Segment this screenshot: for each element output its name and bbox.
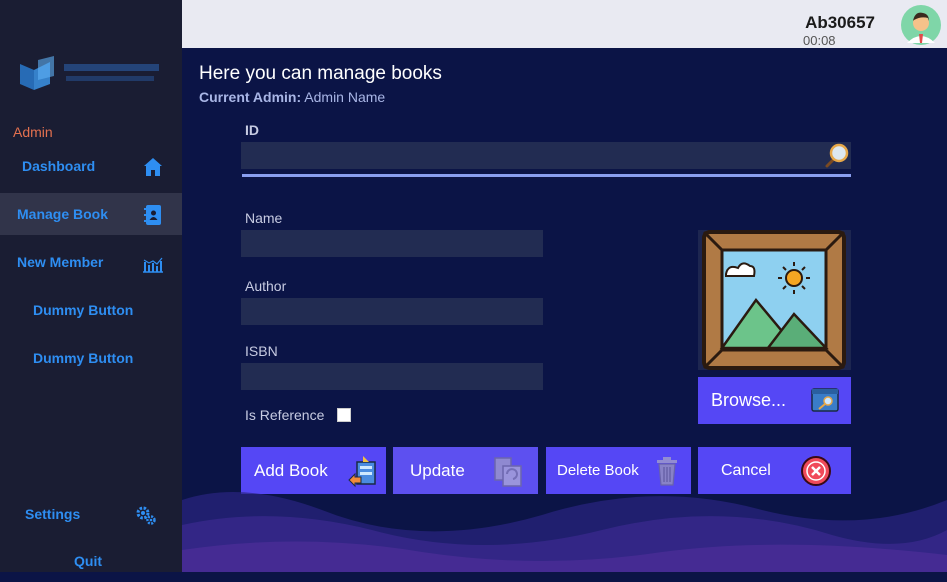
contact-book-icon bbox=[144, 205, 161, 225]
sidebar-item-label: Manage Book bbox=[17, 206, 109, 222]
sidebar-item-label: Dummy Button bbox=[33, 302, 134, 318]
session-timer: 00:08 bbox=[803, 33, 836, 48]
sidebar-item-label: Dummy Button bbox=[33, 350, 134, 366]
sidebar-item-new-member[interactable]: New Member bbox=[0, 241, 182, 283]
sidebar-item-dummy-1[interactable]: Dummy Button bbox=[0, 289, 182, 331]
browse-button[interactable]: Browse... bbox=[698, 377, 851, 424]
sidebar-item-dashboard[interactable]: Dashboard bbox=[0, 145, 182, 187]
isbn-field[interactable] bbox=[241, 363, 543, 390]
picture-icon bbox=[702, 230, 846, 370]
sidebar-item-label: Quit bbox=[74, 553, 102, 569]
sidebar-item-dummy-2[interactable]: Dummy Button bbox=[0, 337, 182, 379]
isbn-label: ISBN bbox=[245, 343, 278, 359]
home-icon bbox=[144, 158, 162, 176]
sidebar-item-label: Dashboard bbox=[22, 158, 96, 174]
name-label: Name bbox=[245, 210, 283, 226]
id-label: ID bbox=[245, 122, 259, 138]
current-admin-label: Current Admin: bbox=[199, 89, 302, 105]
browse-label: Browse... bbox=[711, 390, 787, 410]
sidebar-item-manage-book[interactable]: Manage Book bbox=[0, 193, 182, 235]
current-admin: Current Admin: Admin Name bbox=[199, 89, 385, 105]
sidebar-item-quit[interactable]: Quit bbox=[0, 540, 182, 582]
page-title: Here you can manage books bbox=[199, 63, 442, 84]
sidebar: Admin Dashboard Manage Book New Member D… bbox=[0, 0, 182, 572]
user-id: Ab30657 bbox=[805, 13, 875, 32]
author-label: Author bbox=[245, 278, 287, 294]
sidebar-item-settings[interactable]: Settings bbox=[0, 493, 182, 535]
gears-icon bbox=[136, 506, 156, 525]
sidebar-item-label: New Member bbox=[17, 254, 104, 270]
background-waves bbox=[182, 492, 947, 572]
current-admin-value: Admin Name bbox=[304, 89, 386, 105]
id-underline bbox=[242, 174, 851, 177]
browse-window-icon bbox=[811, 388, 839, 412]
bar-chart-icon bbox=[143, 257, 163, 273]
is-reference-label: Is Reference bbox=[245, 407, 325, 423]
author-field[interactable] bbox=[241, 298, 543, 325]
book-image-preview bbox=[698, 230, 851, 370]
sidebar-item-label: Settings bbox=[25, 506, 81, 522]
avatar[interactable] bbox=[901, 5, 941, 45]
library-logo-icon bbox=[20, 56, 159, 90]
admin-label: Admin bbox=[13, 124, 53, 140]
is-reference-checkbox[interactable] bbox=[337, 408, 351, 422]
name-field[interactable] bbox=[241, 230, 543, 257]
search-icon[interactable] bbox=[823, 142, 851, 170]
id-field[interactable] bbox=[241, 142, 851, 169]
